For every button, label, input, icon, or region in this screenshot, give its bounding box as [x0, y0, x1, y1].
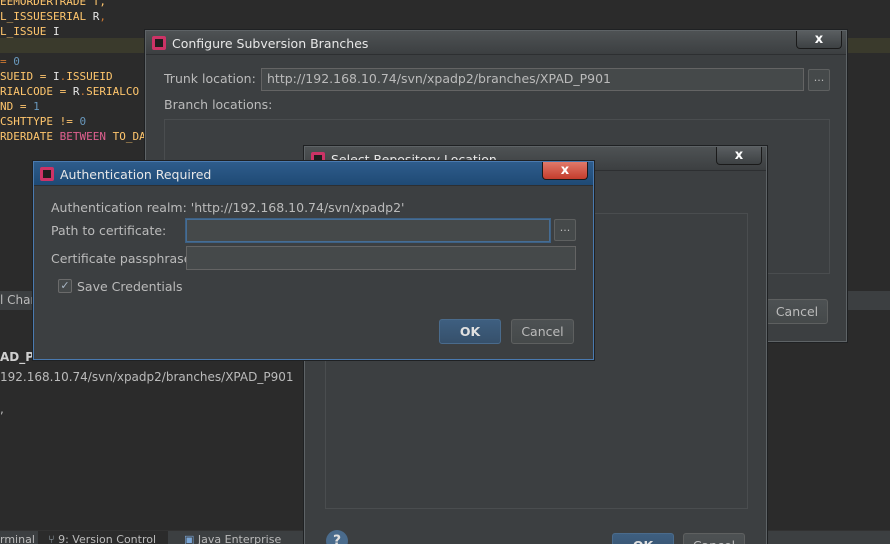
cancel-button[interactable]: Cancel — [683, 533, 745, 544]
branch-path: 192.168.10.74/svn/xpadp2/branches/XPAD_P… — [0, 370, 294, 384]
code-line: SUEID = I.ISSUEID — [0, 69, 113, 84]
certificate-browse-button[interactable]: ... — [554, 219, 576, 241]
code-token: L_ISSUE — [0, 25, 53, 38]
cancel-button[interactable]: Cancel — [766, 299, 828, 324]
code-token: , — [99, 10, 106, 23]
code-line: L_ISSUESERIAL R, — [0, 9, 106, 24]
code-token: ISSUEID — [66, 70, 113, 83]
code-token: RDERDATE — [0, 130, 60, 143]
tab-java-enterprise-label: Java Enterprise — [197, 533, 282, 544]
code-token: SERIALCO — [86, 85, 140, 98]
app-icon — [40, 167, 54, 181]
app-icon — [152, 36, 166, 50]
code-token: I — [52, 25, 60, 38]
close-button[interactable]: x — [542, 162, 588, 180]
certificate-path-label: Path to certificate: — [51, 223, 167, 238]
code-token: EEMORDERTRADE T, — [0, 0, 106, 8]
tab-version-control-label: 9: Version Control — [58, 533, 157, 544]
code-token: SUEID = — [0, 70, 53, 83]
configure-branches-title: Configure Subversion Branches — [172, 36, 369, 51]
close-button[interactable]: x — [796, 31, 842, 49]
authentication-titlebar[interactable]: Authentication Required x — [34, 162, 593, 186]
code-token: CSHTTYPE != — [0, 115, 80, 128]
passphrase-label: Certificate passphrase: — [51, 251, 196, 266]
certificate-path-input[interactable] — [186, 219, 550, 242]
authentication-title: Authentication Required — [60, 167, 212, 182]
configure-branches-titlebar[interactable]: Configure Subversion Branches x — [146, 31, 846, 55]
tab-version-control[interactable]: ⑂ 9: Version Control — [38, 531, 168, 544]
close-button[interactable]: x — [716, 147, 762, 165]
code-token: RIALCODE = — [0, 85, 73, 98]
code-line: RIALCODE = R.SERIALCO — [0, 84, 139, 99]
authentication-dialog: Authentication Required x Authentication… — [33, 161, 594, 360]
code-token: = — [0, 55, 14, 68]
help-icon[interactable]: ? — [326, 530, 348, 544]
java-enterprise-icon: ▣ — [184, 533, 198, 544]
code-line: RDERDATE BETWEEN TO_DA — [0, 129, 146, 144]
save-credentials-label[interactable]: Save Credentials — [77, 279, 183, 294]
code-token: ND = — [0, 100, 34, 113]
code-token: 0 — [79, 115, 87, 128]
code-token: L_ISSUESERIAL — [0, 10, 93, 23]
code-token: I — [52, 70, 60, 83]
tab-terminal[interactable]: rminal — [0, 531, 34, 544]
code-line: L_ISSUE I — [0, 24, 60, 39]
ok-button[interactable]: OK — [612, 533, 674, 544]
trunk-browse-button[interactable]: ... — [808, 69, 830, 91]
cancel-button[interactable]: Cancel — [511, 319, 574, 344]
code-token: 1 — [33, 100, 40, 113]
code-line: CSHTTYPE != 0 — [0, 114, 86, 129]
trunk-location-label: Trunk location: — [164, 71, 256, 86]
passphrase-input[interactable] — [186, 246, 576, 270]
realm-label: Authentication realm: 'http://192.168.10… — [51, 200, 405, 215]
code-token: TO_DA — [112, 130, 146, 143]
save-credentials-checkbox[interactable]: ✓ — [58, 279, 72, 293]
code-token: BETWEEN — [59, 130, 113, 143]
ok-button[interactable]: OK — [439, 319, 501, 344]
branch-icon: ⑂ — [48, 533, 59, 544]
code-token: 0 — [13, 55, 20, 68]
tab-java-enterprise[interactable]: ▣ Java Enterprise — [172, 531, 290, 544]
code-line: ND = 1 — [0, 99, 40, 114]
code-line: = 0 — [0, 54, 20, 69]
tool-window-title: l Char — [0, 293, 36, 307]
trunk-location-field[interactable]: http://192.168.10.74/svn/xpadp2/branches… — [261, 68, 804, 91]
branch-locations-label: Branch locations: — [164, 97, 273, 112]
panel-text-fragment: , — [0, 402, 4, 416]
tab-terminal-label: rminal — [0, 533, 34, 544]
code-line: EEMORDERTRADE T, — [0, 0, 106, 9]
